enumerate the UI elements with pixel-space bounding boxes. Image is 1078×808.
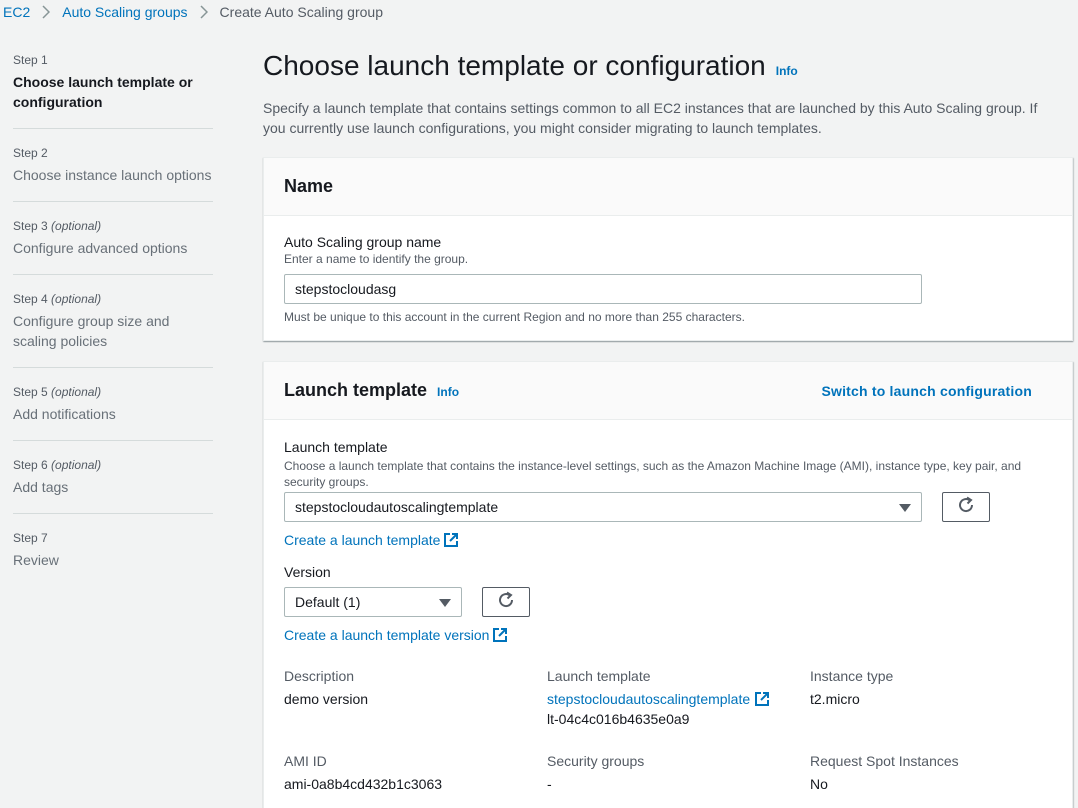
step-number: Step 2 [13,146,48,160]
launch-template-id: lt-04c4c016b4635e0a9 [547,711,690,727]
step-optional: (optional) [51,385,102,399]
step-title: Add tags [13,479,69,495]
detail-value: t2.micro [810,691,860,707]
field-label: Launch template [284,439,388,455]
detail-value: stepstocloudautoscalingtemplate lt-04c4c… [547,689,770,729]
step-number: Step 3 (optional) [13,219,102,233]
step-number: Step 1 [13,53,48,67]
page-description: Specify a launch template that contains … [263,100,1038,136]
name-panel: Name Auto Scaling group name Enter a nam… [263,157,1073,341]
step-number: Step 4 (optional) [13,292,102,306]
create-launch-template-version-link[interactable]: Create a launch template version [284,627,508,645]
external-link-icon [755,692,770,706]
select-value: Default (1) [295,594,361,610]
detail-label: Description [284,668,355,684]
caret-down-icon [899,499,911,515]
step-5[interactable]: Step 5 (optional) Add notifications [13,384,213,441]
launch-template-select[interactable]: stepstocloudautoscalingtemplate [284,492,922,522]
detail-instance-type: Instance type t2.micro [810,668,893,709]
breadcrumb-auto-scaling-groups[interactable]: Auto Scaling groups [62,4,187,20]
step-optional: (optional) [51,292,102,306]
asg-name-input[interactable]: stepstocloudasg [284,274,922,304]
detail-label: Security groups [547,753,645,769]
info-link[interactable]: Info [437,385,459,399]
link-text: Create a launch template version [284,627,490,643]
caret-down-icon [439,594,451,610]
field-label: Auto Scaling group name [284,234,442,250]
detail-label: Launch template [547,668,651,684]
step-4[interactable]: Step 4 (optional) Configure group size a… [13,291,213,368]
step-number: Step 5 (optional) [13,385,102,399]
breadcrumb: EC2 Auto Scaling groups Create Auto Scal… [0,0,1078,24]
launch-panel-header: Launch template Info Switch to launch co… [264,362,1072,420]
panel-title: Launch template Info [284,380,460,400]
field-constraint: Must be unique to this account in the cu… [284,310,745,324]
detail-value: demo version [284,691,369,707]
page-title: Choose launch template or configuration … [263,50,798,81]
switch-to-launch-configuration-link[interactable]: Switch to launch configuration [821,383,1032,399]
version-select[interactable]: Default (1) [284,587,462,617]
external-link-icon [444,533,459,547]
detail-ami-id: AMI ID ami-0a8b4cd432b1c3063 [284,753,442,794]
step-number: Step 7 [13,531,48,545]
name-panel-body: Auto Scaling group name Enter a name to … [264,216,1072,341]
field-hint: Choose a launch template that contains t… [284,459,1022,489]
detail-label: Instance type [810,668,894,684]
refresh-versions-button[interactable] [482,587,530,617]
link-text: Create a launch template [284,532,441,548]
step-title: Review [13,552,59,568]
detail-launch-template: Launch template stepstocloudautoscalingt… [547,668,770,729]
breadcrumb-current: Create Auto Scaling group [219,4,383,20]
step-title: Choose instance launch options [13,167,212,183]
step-optional: (optional) [51,219,102,233]
version-label: Version [284,564,331,580]
refresh-launch-templates-button[interactable] [942,492,990,522]
detail-value: No [810,776,828,792]
detail-description: Description demo version [284,668,368,709]
refresh-icon [957,496,975,519]
chevron-right-icon [42,5,51,19]
panel-title: Name [284,176,334,196]
chevron-right-icon [200,5,208,19]
launch-template-link[interactable]: stepstocloudautoscalingtemplate [547,689,770,709]
page-header: Choose launch template or configuration … [263,50,1073,138]
step-1: Step 1 Choose launch template or configu… [13,52,213,129]
step-title: Configure advanced options [13,240,188,256]
step-title: Add notifications [13,406,116,422]
name-panel-header: Name [264,158,1072,216]
select-value: stepstocloudautoscalingtemplate [295,499,499,515]
detail-value: - [547,776,552,792]
detail-spot-instances: Request Spot Instances No [810,753,959,794]
detail-value: ami-0a8b4cd432b1c3063 [284,776,443,792]
step-number: Step 6 (optional) [13,458,102,472]
step-3[interactable]: Step 3 (optional) Configure advanced opt… [13,218,213,275]
step-2[interactable]: Step 2 Choose instance launch options [13,145,213,202]
step-title: Configure group size and scaling policie… [13,313,170,349]
wizard-steps: Step 1 Choose launch template or configu… [13,52,213,602]
field-hint: Enter a name to identify the group. [284,252,469,266]
step-title: Choose launch template or configuration [13,74,193,110]
launch-template-field: Launch template Choose a launch template… [284,439,1054,490]
detail-label: AMI ID [284,753,327,769]
external-link-icon [493,628,508,642]
detail-label: Request Spot Instances [810,753,959,769]
create-launch-template-link[interactable]: Create a launch template [284,532,459,550]
info-link[interactable]: Info [776,64,798,78]
detail-security-groups: Security groups - [547,753,644,794]
launch-template-panel: Launch template Info Switch to launch co… [263,361,1073,808]
step-6[interactable]: Step 6 (optional) Add tags [13,457,213,514]
step-7[interactable]: Step 7 Review [13,530,213,586]
step-optional: (optional) [51,458,102,472]
breadcrumb-ec2[interactable]: EC2 [3,4,30,20]
refresh-icon [497,591,515,614]
